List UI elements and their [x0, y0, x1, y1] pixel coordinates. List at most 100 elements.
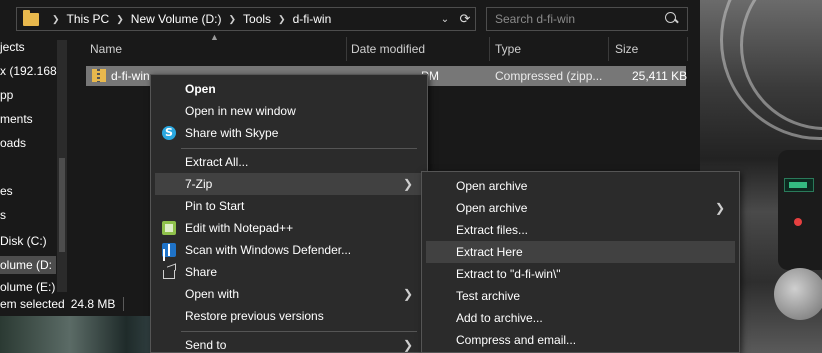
- menu-item-open[interactable]: Open: [155, 78, 423, 100]
- status-divider: [123, 297, 125, 311]
- nav-item-local-disk-c[interactable]: Disk (C:): [0, 232, 47, 250]
- breadcrumb-d-fi-win[interactable]: d-fi-win: [293, 12, 332, 26]
- windows-defender-icon: [162, 243, 176, 257]
- submenu-item-extract-files[interactable]: Extract files...: [426, 219, 735, 241]
- menu-item-share-with-skype[interactable]: Share with Skype: [155, 122, 423, 144]
- zip-folder-icon: [92, 69, 106, 82]
- column-header-name[interactable]: Name: [90, 37, 346, 61]
- file-name: d-fi-win: [111, 69, 150, 83]
- context-menu: Open Open in new window Share with Skype…: [150, 74, 428, 353]
- column-divider[interactable]: [489, 37, 490, 61]
- menu-separator: [181, 148, 417, 149]
- menu-item-label: Open: [185, 82, 216, 96]
- nav-item-documents[interactable]: ments: [0, 110, 33, 128]
- menu-item-pin-to-start[interactable]: Pin to Start: [155, 195, 423, 217]
- submenu-item-add-to-archive[interactable]: Add to archive...: [426, 307, 735, 329]
- nav-item-pictures[interactable]: es: [0, 182, 13, 200]
- search-input[interactable]: Search d-fi-win: [486, 7, 688, 31]
- menu-item-label: Open in new window: [185, 104, 296, 118]
- menu-item-share[interactable]: Share: [155, 261, 423, 283]
- chevron-right-icon: ❯: [402, 177, 413, 191]
- submenu-item-open-archive[interactable]: Open archive: [426, 175, 735, 197]
- submenu-item-extract-to-folder[interactable]: Extract to "d-fi-win\": [426, 263, 735, 285]
- submenu-item-open-archive-more[interactable]: Open archive ❯: [426, 197, 735, 219]
- menu-item-label: Pin to Start: [185, 199, 245, 213]
- menu-item-label: Share: [185, 265, 218, 279]
- menu-item-edit-with-notepad[interactable]: Edit with Notepad++: [155, 217, 423, 239]
- column-divider[interactable]: [687, 37, 688, 61]
- chevron-right-icon: ❯: [278, 13, 286, 24]
- column-header-size[interactable]: Size: [615, 37, 685, 61]
- breadcrumb-new-volume[interactable]: New Volume (D:): [131, 12, 222, 26]
- column-header-type-label: Type: [495, 42, 522, 56]
- wallpaper-red-light: [794, 218, 802, 226]
- column-header-name-label: Name: [90, 42, 123, 56]
- address-bar: ❯ This PC ❯ New Volume (D:) ❯ Tools ❯ d-…: [0, 4, 700, 34]
- column-header-date-modified[interactable]: Date modified: [351, 37, 488, 61]
- menu-item-send-to[interactable]: Send to ❯: [155, 334, 423, 353]
- menu-item-7zip[interactable]: 7-Zip ❯: [155, 173, 423, 195]
- nav-item-network-location[interactable]: x (192.168: [0, 62, 57, 80]
- column-header-date-label: Date modified: [351, 42, 426, 56]
- refresh-icon: ⟳: [459, 11, 471, 26]
- status-size: 24.8 MB: [70, 297, 116, 311]
- nav-item-desktop[interactable]: pp: [0, 86, 13, 104]
- nav-item-downloads[interactable]: oads: [0, 134, 26, 152]
- chevron-right-icon: ❯: [116, 13, 124, 24]
- scrollbar-thumb[interactable]: [59, 158, 65, 252]
- wallpaper-robot: [778, 150, 822, 270]
- submenu-item-test-archive[interactable]: Test archive: [426, 285, 735, 307]
- chevron-down-icon: ⌄: [440, 13, 450, 25]
- wallpaper-robot-eye: [784, 178, 814, 192]
- menu-item-extract-all[interactable]: Extract All...: [155, 151, 423, 173]
- nav-item-new-volume-e[interactable]: olume (E:): [0, 278, 55, 294]
- menu-item-label: Add to archive...: [456, 311, 543, 325]
- status-selection: em selected: [0, 297, 65, 311]
- menu-item-label: Extract files...: [456, 223, 529, 237]
- menu-item-label: Extract All...: [185, 155, 249, 169]
- wallpaper-sphere: [774, 268, 822, 320]
- file-size: 25,411 KB: [632, 69, 688, 83]
- breadcrumb-this-pc[interactable]: This PC: [67, 12, 110, 26]
- chevron-right-icon: ❯: [402, 338, 413, 352]
- column-header-type[interactable]: Type: [495, 37, 607, 61]
- submenu-item-extract-here[interactable]: Extract Here: [426, 241, 735, 263]
- 7zip-submenu: Open archive Open archive ❯ Extract file…: [421, 171, 740, 353]
- notepad-plus-plus-icon: [162, 221, 176, 235]
- folder-icon: [23, 9, 39, 26]
- menu-item-label: Extract Here: [456, 245, 523, 259]
- menu-item-label: 7-Zip: [185, 177, 213, 191]
- column-header-size-label: Size: [615, 42, 639, 56]
- search-placeholder: Search d-fi-win: [495, 12, 576, 26]
- menu-item-scan-with-defender[interactable]: Scan with Windows Defender...: [155, 239, 423, 261]
- menu-separator: [181, 331, 417, 332]
- skype-icon: [162, 122, 176, 144]
- menu-item-label: Open archive: [456, 201, 528, 215]
- column-divider[interactable]: [346, 37, 347, 61]
- menu-item-open-in-new-window[interactable]: Open in new window: [155, 100, 423, 122]
- nav-item-objects[interactable]: jects: [0, 38, 25, 56]
- chevron-right-icon: ❯: [714, 201, 725, 215]
- share-icon: [162, 265, 176, 279]
- breadcrumb-tools[interactable]: Tools: [243, 12, 271, 26]
- menu-item-label: Restore previous versions: [185, 309, 324, 323]
- menu-item-open-with[interactable]: Open with ❯: [155, 283, 423, 305]
- menu-item-label: Scan with Windows Defender...: [185, 243, 352, 257]
- nav-item-new-volume-d[interactable]: olume (D:: [0, 256, 56, 274]
- file-type: Compressed (zipp...: [495, 69, 603, 83]
- menu-item-label: Edit with Notepad++: [185, 221, 294, 235]
- menu-item-restore-previous-versions[interactable]: Restore previous versions: [155, 305, 423, 327]
- navigation-scrollbar[interactable]: [57, 40, 67, 292]
- submenu-item-compress-and-email[interactable]: Compress and email...: [426, 329, 735, 351]
- address-history-dropdown[interactable]: ⌄: [435, 8, 455, 30]
- address-input[interactable]: ❯ This PC ❯ New Volume (D:) ❯ Tools ❯ d-…: [16, 7, 476, 31]
- chevron-right-icon: ❯: [52, 13, 60, 24]
- menu-item-label: Open archive: [456, 179, 528, 193]
- refresh-button[interactable]: ⟳: [455, 8, 475, 30]
- chevron-right-icon: ❯: [402, 287, 413, 301]
- chevron-right-icon: ❯: [228, 13, 237, 24]
- menu-item-label: Share with Skype: [185, 126, 279, 140]
- menu-item-label: Extract to "d-fi-win\": [456, 267, 561, 281]
- column-divider[interactable]: [608, 37, 609, 61]
- nav-item-videos[interactable]: s: [0, 206, 6, 224]
